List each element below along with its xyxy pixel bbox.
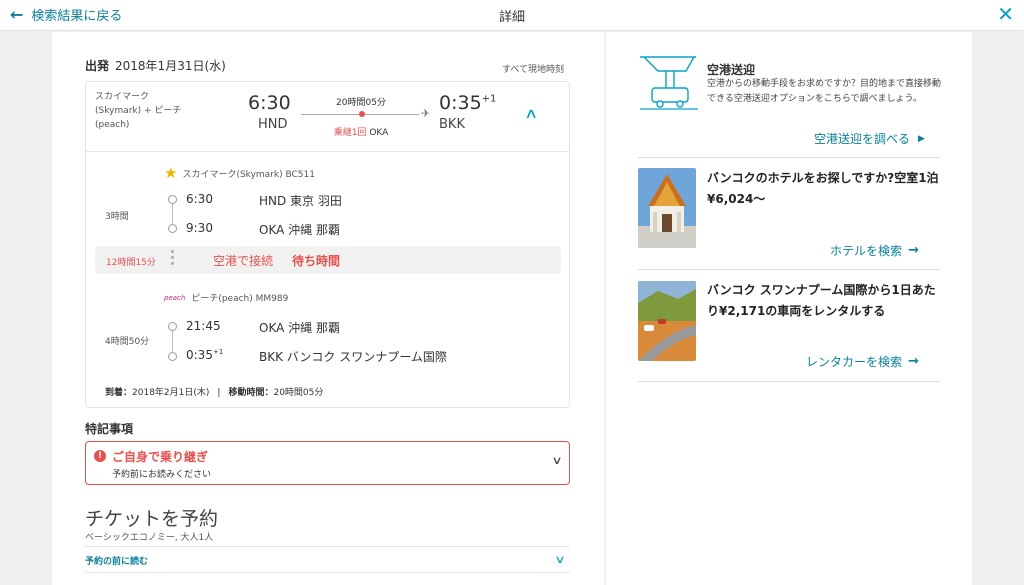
layover-connect-label: 空港で接続 bbox=[213, 254, 274, 268]
segment-1-arrival-place: OKA 沖縄 那覇 bbox=[259, 223, 340, 237]
departure-label: 出発 bbox=[85, 59, 110, 73]
hotel-search-link[interactable]: ホテルを検索 → bbox=[830, 242, 919, 259]
triangle-right-icon: ▶ bbox=[918, 133, 925, 144]
peach-logo: peach bbox=[164, 293, 186, 302]
read-before-booking-label: 予約の前に読む bbox=[85, 557, 149, 567]
itinerary-card: スカイマーク(Skymark) + ピーチ(peach) 6:30 HND 20… bbox=[85, 81, 570, 408]
segment-2-departure-time: 21:45 bbox=[186, 319, 221, 333]
stop-code: OKA bbox=[369, 128, 389, 138]
travel-time-label: 移動時間： bbox=[228, 388, 274, 398]
stops-label: 乗継1回 bbox=[333, 128, 367, 138]
segment-1-airline: ★ スカイマーク(Skymark) BC511 bbox=[164, 164, 315, 182]
segment-1-airline-label: スカイマーク(Skymark) BC511 bbox=[182, 169, 315, 180]
layover-wait-label: 待ち時間 bbox=[292, 254, 341, 268]
divider bbox=[638, 381, 940, 382]
booking-subtitle: ベーシックエコノミー, 大人1人 bbox=[85, 533, 214, 543]
notice-subtitle: 予約前にお読みください bbox=[112, 470, 212, 480]
segment-2-arrival-time: 0:35+1 bbox=[186, 348, 223, 362]
arrival-day-offset: +1 bbox=[481, 93, 497, 105]
summary-stops: 乗継1回 OKA bbox=[301, 125, 421, 138]
segment-2-airline: peach ピーチ(peach) MM989 bbox=[164, 291, 289, 305]
segment-1-departure-place: HND 東京 羽田 bbox=[259, 194, 342, 208]
departure-heading: 出発 2018年1月31日(水) bbox=[85, 57, 226, 74]
skymark-logo-icon: ★ bbox=[164, 164, 178, 182]
alert-icon: ! bbox=[94, 450, 106, 462]
divider bbox=[638, 269, 940, 270]
stop-dot bbox=[359, 111, 365, 117]
itinerary-footer: 到着：2018年2月1日(木) | 移動時間：20時間05分 bbox=[105, 385, 323, 398]
departure-date: 2018年1月31日(水) bbox=[115, 59, 226, 73]
segment-2-arrival-time-value: 0:35 bbox=[186, 348, 213, 362]
segment-1-departure-time: 6:30 bbox=[186, 192, 213, 206]
arrow-right-icon: → bbox=[908, 354, 919, 369]
explore-transfer-link[interactable]: 空港送迎を調べる ▶ bbox=[814, 130, 925, 147]
arrow-right-icon: → bbox=[908, 243, 919, 258]
page-title: 詳細 bbox=[498, 10, 525, 25]
bangkok-temple-image bbox=[638, 168, 696, 248]
hotel-promo-text: バンコクのホテルをお探しですか?空室1泊¥6,024〜 bbox=[707, 171, 939, 206]
segment-1-destination-marker bbox=[168, 224, 177, 233]
chevron-up-icon[interactable]: ∧ bbox=[524, 106, 538, 122]
segment-1-arrival-time: 9:30 bbox=[186, 221, 213, 235]
arrival-date: 2018年2月1日(木) bbox=[132, 388, 210, 398]
road-scenery-image bbox=[638, 281, 696, 361]
layover-duration: 12時間15分 bbox=[106, 258, 156, 268]
footer-separator: | bbox=[217, 388, 221, 398]
layover-dots bbox=[171, 250, 175, 268]
close-icon[interactable]: ✕ bbox=[997, 2, 1014, 26]
sidebar: 空港送迎 空港からの移動手段をお求めですか？目的地まで直接移動できる空港送迎オプ… bbox=[606, 32, 972, 585]
segment-2-origin-marker bbox=[168, 322, 177, 331]
read-before-booking-row[interactable]: 予約の前に読む ∨ bbox=[85, 546, 570, 573]
segment-2-departure-place: OKA 沖縄 那覇 bbox=[259, 321, 340, 335]
divider bbox=[638, 157, 940, 158]
airport-transfer-icon bbox=[640, 56, 698, 110]
segment-1-origin-marker bbox=[168, 195, 177, 204]
local-time-note: すべて現地時刻 bbox=[502, 65, 565, 75]
top-bar: ← 検索結果に戻る 詳細 ✕ bbox=[0, 0, 1024, 31]
segment-2-airline-label: ピーチ(peach) MM989 bbox=[191, 294, 289, 304]
booking-title: チケットを予約 bbox=[85, 508, 219, 530]
segment-2-duration: 4時間50分 bbox=[105, 337, 150, 347]
plane-icon: ✈ bbox=[421, 107, 431, 120]
car-rental-search-link[interactable]: レンタカーを検索 → bbox=[806, 353, 919, 370]
travel-time: 20時間05分 bbox=[273, 388, 324, 398]
hotel-search-label: ホテルを検索 bbox=[830, 244, 903, 258]
car-rental-search-label: レンタカーを検索 bbox=[806, 355, 903, 369]
layover-bar: 12時間15分 空港で接続 待ち時間 bbox=[95, 246, 561, 274]
segment-1-duration: 3時間 bbox=[105, 212, 129, 222]
summary-arrival-code: BKK bbox=[439, 117, 465, 132]
summary-departure-time: 6:30 bbox=[248, 92, 291, 114]
airport-transfer-title: 空港送迎 bbox=[707, 63, 756, 77]
segment-2-arrival-day-offset: +1 bbox=[212, 348, 224, 356]
segment-2-destination-marker bbox=[168, 352, 177, 361]
chevron-down-icon[interactable]: ∨ bbox=[554, 553, 565, 566]
notes-title: 特記事項 bbox=[85, 422, 134, 436]
summary-departure-code: HND bbox=[258, 117, 288, 132]
summary-arrival-time: 0:35+1 bbox=[439, 92, 496, 114]
summary-duration: 20時間05分 bbox=[336, 98, 386, 108]
explore-transfer-label: 空港送迎を調べる bbox=[814, 132, 911, 146]
airport-transfer-description: 空港からの移動手段をお求めですか？目的地まで直接移動できる空港送迎オプションをこ… bbox=[707, 79, 942, 104]
itinerary-summary[interactable]: スカイマーク(Skymark) + ピーチ(peach) 6:30 HND 20… bbox=[86, 82, 569, 152]
arrival-label: 到着： bbox=[105, 388, 133, 398]
chevron-down-icon[interactable]: ∨ bbox=[551, 454, 562, 467]
airline-names: スカイマーク(Skymark) + ピーチ(peach) bbox=[95, 92, 182, 130]
self-transfer-notice[interactable]: ! ご自身で乗り継ぎ 予約前にお読みください ∨ bbox=[85, 441, 570, 485]
car-rental-promo-text: バンコク スワンナプーム国際から1日あたり¥2,171の車両をレンタルする bbox=[707, 283, 936, 318]
notice-title: ご自身で乗り継ぎ bbox=[112, 450, 209, 464]
segment-2-arrival-place: BKK バンコク スワンナプーム国際 bbox=[259, 350, 447, 364]
arrival-time-value: 0:35 bbox=[439, 92, 482, 114]
flight-details-pane: 出発 2018年1月31日(水) すべて現地時刻 スカイマーク(Skymark) … bbox=[52, 32, 604, 585]
